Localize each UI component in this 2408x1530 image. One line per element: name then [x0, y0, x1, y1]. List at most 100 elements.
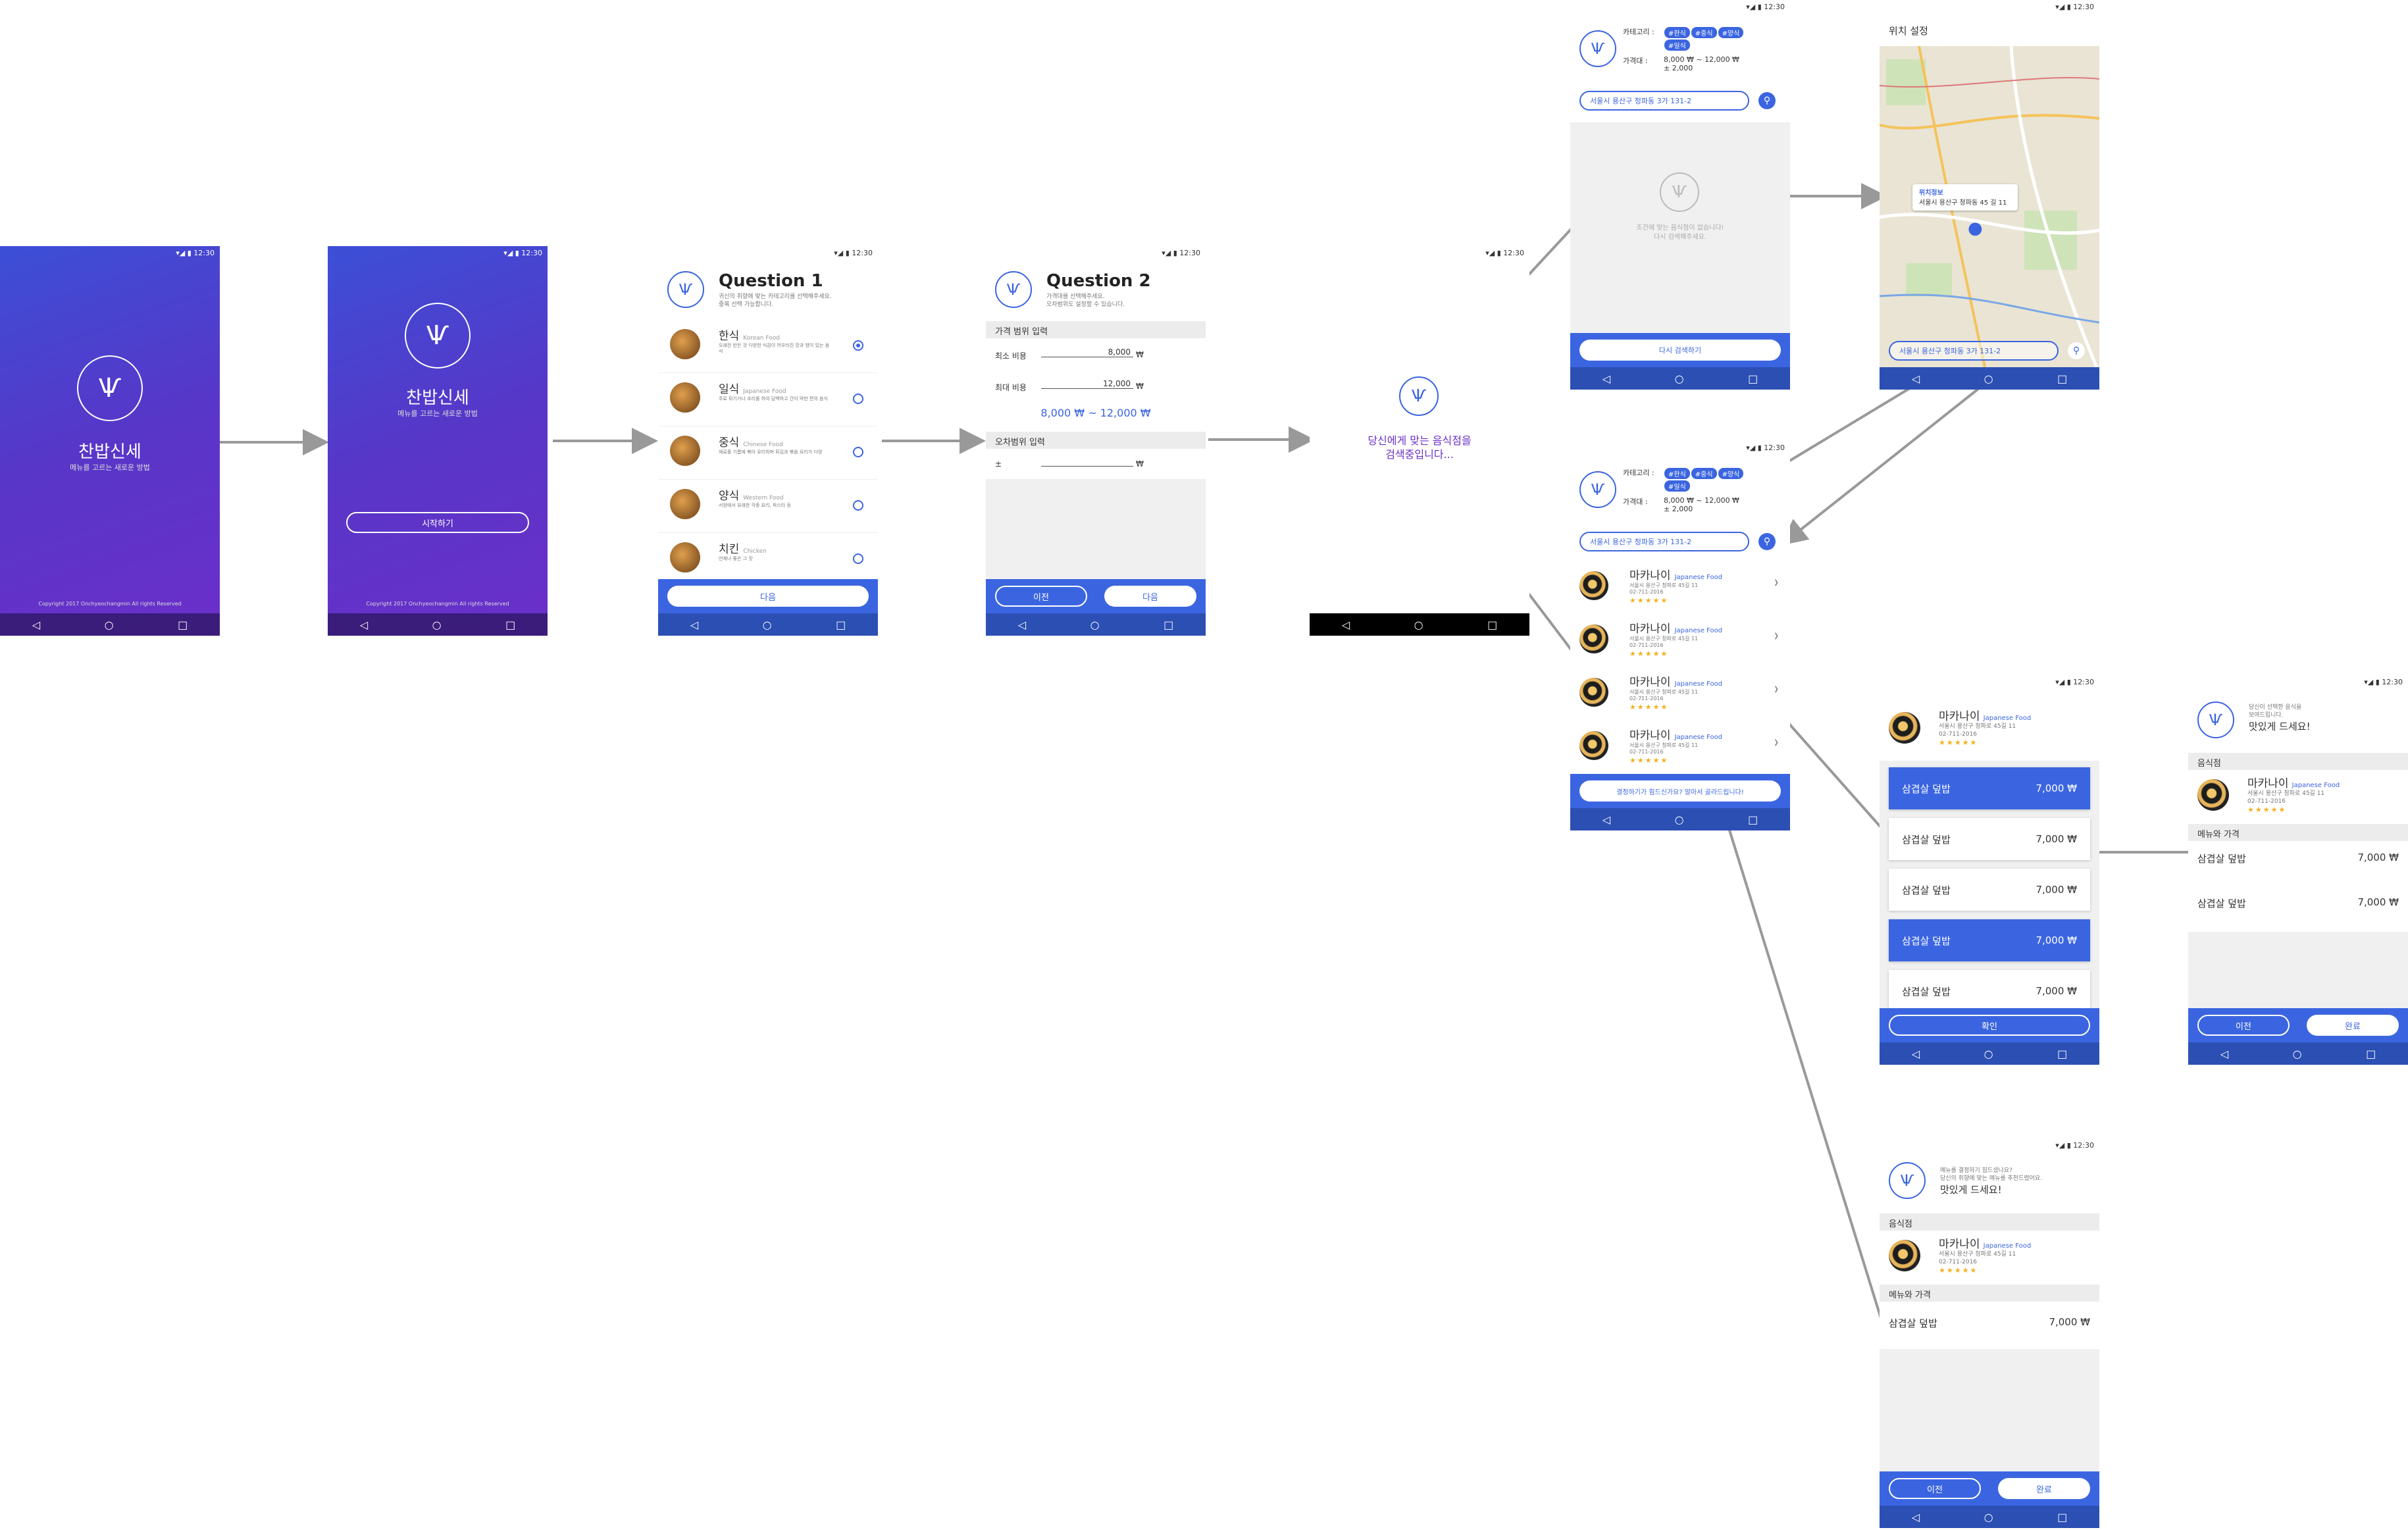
done-button[interactable]: 완료: [1998, 1478, 2090, 1499]
recent-icon[interactable]: □: [2057, 1511, 2067, 1523]
recent-icon[interactable]: □: [505, 619, 515, 631]
category-tag: #중식: [1691, 27, 1717, 38]
prev-button[interactable]: 이전: [2197, 1015, 2290, 1036]
home-icon[interactable]: ○: [1414, 619, 1423, 631]
min-price-input[interactable]: 8,000: [1041, 347, 1133, 357]
category-item[interactable]: 양식 Western Food 서양에서 유래한 각종 요리, 파스타 등: [658, 480, 878, 533]
recent-icon[interactable]: □: [2057, 1048, 2067, 1060]
recent-icon[interactable]: □: [1748, 813, 1758, 826]
nav-bar: ◁ ○ □: [1880, 1042, 2099, 1065]
restaurant-item[interactable]: 마카나이 Japanese Food 서울시 용산구 청파로 45길 11 02-71…: [1570, 722, 1790, 775]
menu-item-card[interactable]: 삼겹살 덮밥 7,000 ₩: [1889, 818, 2090, 860]
no-result-screen: ▾◢ ▮ 12:30 Ѱ 카테고리 : #한식 #중식 #양식 #일식 가격대 : 8,0…: [1570, 0, 1790, 390]
app-title: 찬밥신세: [406, 388, 469, 408]
radio-button[interactable]: [853, 447, 863, 457]
restaurant-item[interactable]: 마카나이 Japanese Food 서울시 용산구 청파로 45길 11 02-71…: [1570, 562, 1790, 615]
location-pin-icon[interactable]: ⚲: [1758, 92, 1776, 109]
chevron-right-icon[interactable]: ›: [1774, 732, 1778, 752]
home-icon[interactable]: ○: [1675, 813, 1684, 826]
restaurant-image: [1579, 678, 1608, 707]
home-icon[interactable]: ○: [1984, 1511, 1993, 1523]
restaurant-name: 마카나이: [2247, 777, 2289, 790]
home-icon[interactable]: ○: [763, 619, 772, 631]
category-item[interactable]: 일식 Japanese Food 주로 튀기거나 조리를 하여 담백하고 간이 약한…: [658, 373, 878, 426]
back-icon[interactable]: ◁: [1912, 372, 1920, 385]
empty-area: [1880, 1349, 2099, 1471]
error-section-header: 오차범위 입력: [986, 432, 1206, 449]
status-bar: ▾◢ ▮ 12:30: [1162, 249, 1200, 257]
back-icon[interactable]: ◁: [1912, 1048, 1920, 1060]
back-icon[interactable]: ◁: [1912, 1511, 1920, 1523]
menu-row: 삼겹살 덮밥 7,000 ₩: [1889, 1316, 2090, 1329]
home-icon[interactable]: ○: [1984, 372, 1993, 385]
max-price-label: 최대 비용: [995, 383, 1027, 392]
map-view[interactable]: 위치정보 서울시 용산구 청파동 45 길 11 ●: [1880, 46, 2099, 367]
restaurant-section-header: 음식점: [2188, 753, 2408, 770]
location-pin-icon[interactable]: ⚲: [2068, 342, 2085, 359]
recent-icon[interactable]: □: [1164, 619, 1173, 631]
restaurant-item[interactable]: 마카나이 Japanese Food 서울시 용산구 청파로 45길 11 02-71…: [1570, 669, 1790, 722]
back-icon[interactable]: ◁: [1602, 372, 1610, 385]
home-icon[interactable]: ○: [1090, 619, 1100, 631]
home-icon[interactable]: ○: [432, 619, 442, 631]
recent-icon[interactable]: □: [2057, 372, 2067, 385]
restaurant-item[interactable]: 마카나이 Japanese Food 서울시 용산구 청파로 45길 11 02-71…: [1570, 615, 1790, 669]
radio-button[interactable]: [853, 553, 863, 564]
chevron-right-icon[interactable]: ›: [1774, 573, 1778, 592]
category-item[interactable]: 중식 Chinese Food 재료를 기름에 볶아 요리하며 튀김과 볶음 요리가…: [658, 426, 878, 480]
category-item[interactable]: 한식 Korean Food 오래전 만든 것 다양한 식감이 어우러진 맛과 향이…: [658, 320, 878, 373]
question2-screen: ▾◢ ▮ 12:30 Ѱ Question 2 가격대를 선택해주세요. 오차범위…: [986, 246, 1206, 636]
next-button[interactable]: 다음: [667, 586, 869, 607]
address-field[interactable]: 서울시 용산구 청파동 3가 131-2: [1579, 91, 1749, 111]
confirm-button[interactable]: 확인: [1889, 1015, 2090, 1036]
nav-bar: ◁ ○ □: [2188, 1042, 2408, 1065]
recent-icon[interactable]: □: [2366, 1048, 2376, 1060]
recent-icon[interactable]: □: [1487, 619, 1497, 631]
back-icon[interactable]: ◁: [690, 619, 698, 631]
location-pin-icon[interactable]: ⚲: [1758, 533, 1776, 550]
menu-item-card[interactable]: 삼겹살 덮밥 7,000 ₩: [1889, 919, 2090, 961]
rating-stars: ★★★★★: [1629, 596, 1669, 605]
home-icon[interactable]: ○: [2293, 1048, 2302, 1060]
chevron-right-icon[interactable]: ›: [1774, 626, 1778, 646]
nav-bar: ◁ ○ □: [328, 613, 548, 636]
prev-button[interactable]: 이전: [995, 586, 1087, 607]
back-icon[interactable]: ◁: [1342, 619, 1350, 631]
home-icon[interactable]: ○: [1675, 372, 1684, 385]
next-button[interactable]: 다음: [1104, 586, 1196, 607]
home-icon[interactable]: ○: [105, 619, 114, 631]
category-item[interactable]: 치킨 Chicken 언제나 좋은 그 맛: [658, 533, 878, 586]
max-price-input[interactable]: 12,000: [1041, 379, 1133, 389]
home-icon[interactable]: ○: [1984, 1048, 1993, 1060]
radio-button[interactable]: [853, 500, 863, 511]
prev-button[interactable]: 이전: [1889, 1478, 1981, 1499]
back-icon[interactable]: ◁: [32, 619, 40, 631]
restaurant-info: 마카나이 Japanese Food 서울시 용산구 청파로 45길 11 02…: [2247, 777, 2340, 815]
back-icon[interactable]: ◁: [1602, 813, 1610, 826]
address-field[interactable]: 서울시 용산구 청파동 3가 131-2: [1579, 532, 1749, 551]
food-image: [670, 542, 700, 573]
error-input[interactable]: [1041, 466, 1133, 467]
back-icon[interactable]: ◁: [360, 619, 368, 631]
recent-icon[interactable]: □: [1748, 372, 1758, 385]
restaurant-name: 마카나이: [1939, 710, 1980, 723]
back-icon[interactable]: ◁: [1018, 619, 1026, 631]
back-icon[interactable]: ◁: [2220, 1048, 2228, 1060]
app-logo: Ѱ: [1889, 1162, 1926, 1199]
retry-button[interactable]: 다시 검색하기: [1579, 340, 1781, 361]
chevron-right-icon[interactable]: ›: [1774, 679, 1778, 699]
radio-button[interactable]: [853, 394, 863, 404]
menu-item-card[interactable]: 삼겹살 덮밥 7,000 ₩: [1889, 767, 2090, 809]
app-logo: Ѱ: [1579, 30, 1616, 67]
recent-icon[interactable]: □: [178, 619, 188, 631]
address-field[interactable]: 서울시 용산구 청파동 3가 131-2: [1889, 341, 2059, 361]
start-button[interactable]: 시작하기: [346, 512, 529, 533]
radio-button[interactable]: [853, 340, 863, 351]
menu-item-card[interactable]: 삼겹살 덮밥 7,000 ₩: [1889, 869, 2090, 911]
recent-icon[interactable]: □: [836, 619, 846, 631]
menu-item-card[interactable]: 삼겹살 덮밥 7,000 ₩: [1889, 970, 2090, 1012]
category-name: 치킨: [719, 543, 740, 556]
done-button[interactable]: 완료: [2307, 1015, 2399, 1036]
category-english: Korean Food: [743, 335, 780, 342]
random-pick-button[interactable]: 결정하기가 힘드신가요? 알아서 골라드립니다!: [1579, 780, 1781, 802]
